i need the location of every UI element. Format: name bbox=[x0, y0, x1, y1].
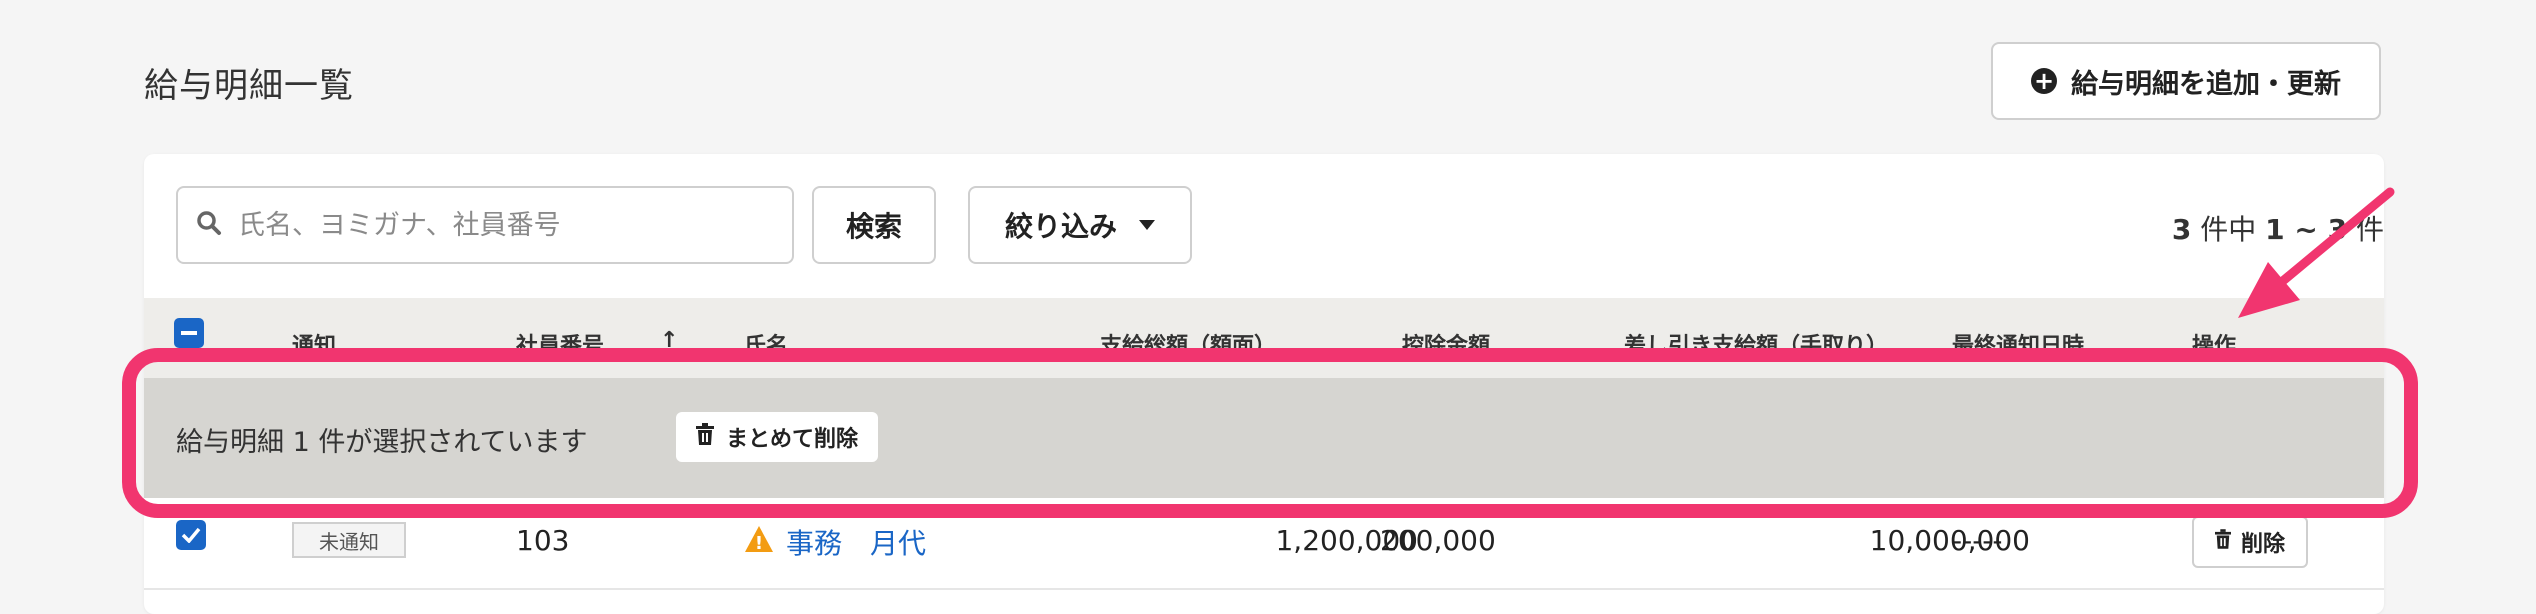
column-header-notice[interactable]: 通知 bbox=[292, 328, 336, 360]
bulk-delete-button[interactable]: まとめて削除 bbox=[676, 412, 878, 462]
row-delete-label: 削除 bbox=[2240, 532, 2285, 557]
page-title: 給与明細一覧 bbox=[144, 66, 354, 106]
search-icon bbox=[196, 210, 222, 240]
search-field[interactable] bbox=[176, 186, 794, 264]
last-notified-cell: ----- bbox=[1952, 524, 2003, 557]
sort-ascending-icon[interactable]: ↑ bbox=[660, 328, 678, 353]
search-input[interactable] bbox=[236, 208, 760, 242]
pagination-mid: 件中 bbox=[2191, 213, 2266, 246]
column-header-deduction[interactable]: 控除金額 bbox=[1402, 328, 1490, 360]
selection-bar: 給与明細 1 件が選択されています まとめて削除 bbox=[144, 378, 2384, 498]
employee-no-cell: 103 bbox=[516, 524, 570, 557]
column-header-gross[interactable]: 支給総額（額面） bbox=[1100, 328, 1276, 360]
warning-mark: ! bbox=[755, 533, 763, 553]
employee-name-link[interactable]: ! 事務 月代 bbox=[744, 522, 926, 562]
filter-dropdown-button[interactable]: 絞り込み bbox=[968, 186, 1192, 264]
pagination-total: 3 bbox=[2171, 213, 2192, 246]
employee-name[interactable]: 事務 月代 bbox=[786, 522, 926, 562]
pagination-range: 1 ~ 3 bbox=[2265, 213, 2348, 246]
trash-icon bbox=[2214, 529, 2231, 555]
column-header-name[interactable]: 氏名 bbox=[744, 328, 788, 360]
plus-circle-icon: + bbox=[2031, 68, 2057, 94]
column-header-last-notified[interactable]: 最終通知日時 bbox=[1952, 328, 2084, 360]
check-icon bbox=[181, 527, 201, 543]
table-row[interactable]: 未通知 103 ! 事務 月代 1,200,000 200,000 10,000… bbox=[144, 498, 2384, 590]
trash-icon bbox=[695, 423, 714, 451]
filter-button-label: 絞り込み bbox=[1004, 210, 1117, 243]
search-button[interactable]: 検索 bbox=[812, 186, 936, 264]
search-button-label: 検索 bbox=[845, 210, 902, 243]
row-checkbox[interactable] bbox=[176, 520, 206, 550]
select-all-checkbox[interactable] bbox=[174, 318, 204, 348]
notice-status-badge: 未通知 bbox=[292, 522, 406, 558]
bulk-delete-label: まとめて削除 bbox=[725, 427, 858, 452]
warning-icon: ! bbox=[744, 525, 774, 560]
add-update-payslip-button[interactable]: + 給与明細を追加・更新 bbox=[1991, 42, 2381, 120]
pagination-suffix: 件 bbox=[2347, 213, 2384, 246]
row-delete-button[interactable]: 削除 bbox=[2192, 516, 2308, 568]
gross-cell: 1,200,000 bbox=[1275, 524, 1418, 557]
column-header-employee-no[interactable]: 社員番号 bbox=[516, 328, 604, 360]
pagination-summary: 3 件中 1 ~ 3 件 bbox=[2172, 208, 2384, 248]
column-header-net[interactable]: 差し引き支給額（手取り） bbox=[1624, 328, 1888, 360]
column-header-actions: 操作 bbox=[2192, 334, 2237, 359]
add-update-payslip-label: 給与明細を追加・更新 bbox=[2071, 68, 2341, 100]
deduction-cell: 200,000 bbox=[1380, 524, 1496, 557]
caret-down-icon bbox=[1139, 220, 1155, 230]
selection-message: 給与明細 1 件が選択されています bbox=[176, 427, 588, 458]
